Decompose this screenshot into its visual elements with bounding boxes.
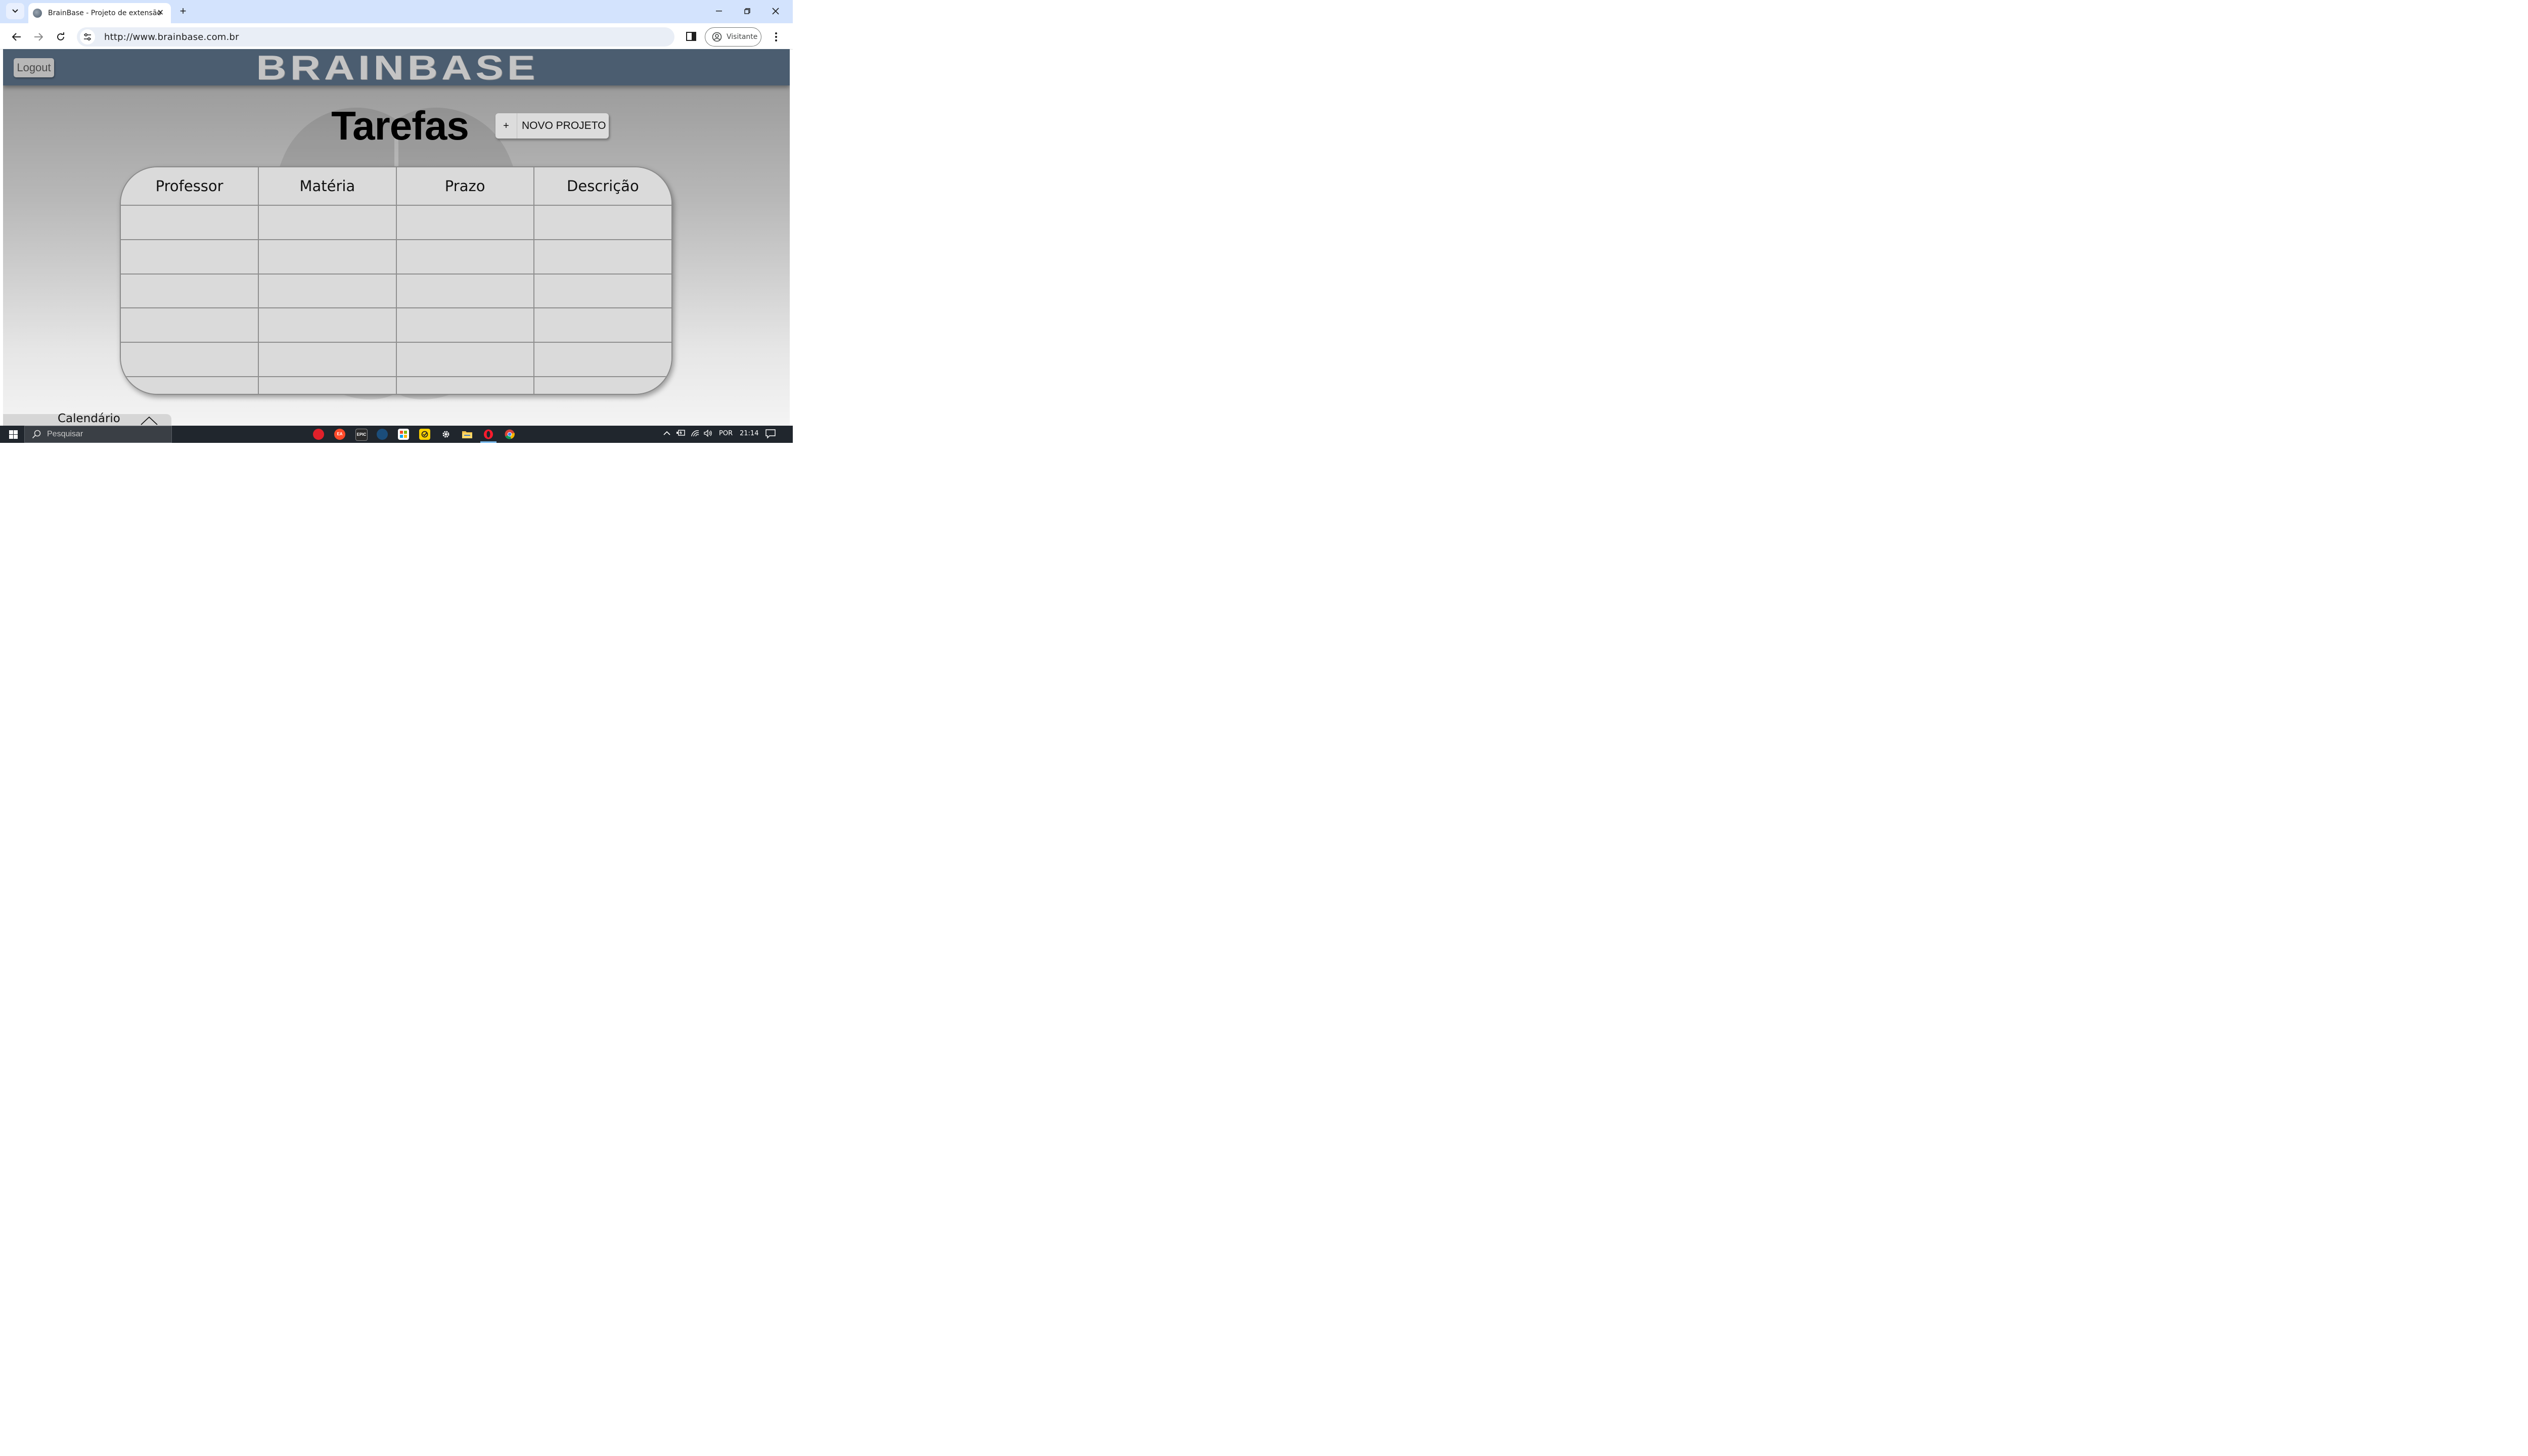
side-panel-icon[interactable] <box>686 31 697 41</box>
table-cell <box>258 307 397 343</box>
table-cell <box>121 239 259 275</box>
table-cell <box>121 273 259 309</box>
wifi-icon[interactable] <box>691 430 700 439</box>
table-row <box>121 342 671 378</box>
table-cell <box>258 273 397 309</box>
table-cell <box>258 239 397 275</box>
epic-games-icon[interactable]: EPIC <box>355 429 368 441</box>
tune-icon <box>84 33 91 40</box>
table-cell <box>395 239 534 275</box>
table-cell <box>533 307 671 343</box>
show-hidden-icons-icon[interactable] <box>663 430 670 437</box>
search-icon <box>32 430 41 439</box>
site-info-button[interactable] <box>80 29 95 44</box>
language-indicator[interactable]: POR <box>719 430 733 437</box>
notifications-icon[interactable] <box>765 429 776 441</box>
table-cell <box>121 376 259 394</box>
reload-button[interactable] <box>54 29 68 43</box>
account-icon <box>712 32 722 42</box>
browser-tab[interactable]: BrainBase - Projeto de extensão ✕ <box>28 3 171 23</box>
calendar-label: Calendário <box>58 412 120 425</box>
table-row <box>121 273 671 309</box>
clock[interactable]: 21:14 <box>740 430 758 437</box>
norton-icon[interactable] <box>419 429 430 440</box>
profile-button[interactable]: Visitante <box>705 27 761 47</box>
minimize-icon[interactable] <box>708 3 730 19</box>
microsoft-store-icon[interactable] <box>398 429 409 440</box>
taskbar-search-placeholder: Pesquisar <box>47 430 83 438</box>
table-cell <box>395 342 534 378</box>
table-row <box>121 205 671 240</box>
arrow-right-icon <box>34 33 43 41</box>
active-app-indicator <box>480 441 496 443</box>
windows-taskbar: Pesquisar EA EPIC POR 21:14 <box>0 426 793 443</box>
file-explorer-icon[interactable] <box>462 429 473 440</box>
tab-title: BrainBase - Projeto de extensão <box>48 9 161 17</box>
calendar-panel-toggle[interactable]: Calendário <box>3 412 171 426</box>
table-row <box>121 239 671 275</box>
column-header-professor: Professor <box>121 167 259 206</box>
table-cell <box>395 307 534 343</box>
brain-favicon-icon <box>33 9 42 18</box>
restore-icon[interactable] <box>736 3 758 19</box>
profile-label: Visitante <box>727 33 758 41</box>
plus-icon: + <box>495 113 517 139</box>
browser-menu-button[interactable] <box>771 29 782 43</box>
column-header-descricao: Descrição <box>533 167 671 206</box>
windows-start-icon[interactable] <box>9 430 18 439</box>
new-tab-button[interactable]: + <box>177 4 189 18</box>
opera-icon[interactable] <box>483 429 494 440</box>
table-cell <box>395 205 534 240</box>
tasks-table: Professor Matéria Prazo Descrição <box>120 166 672 395</box>
table-cell <box>395 376 534 394</box>
steam-icon[interactable] <box>377 429 388 440</box>
chevron-down-icon <box>12 9 18 13</box>
address-bar[interactable]: http://www.brainbase.com.br <box>77 27 674 47</box>
site-header: Logout BRAINBASE <box>3 49 790 85</box>
more-vertical-icon <box>775 32 777 41</box>
page-title: Tarefas <box>331 103 469 148</box>
ea-icon[interactable]: EA <box>334 429 345 440</box>
chrome-icon[interactable] <box>504 429 515 440</box>
forward-button[interactable] <box>31 29 46 43</box>
column-header-materia: Matéria <box>258 167 397 206</box>
roblox-icon[interactable] <box>313 429 324 440</box>
table-cell <box>533 376 671 394</box>
browser-tab-strip: BrainBase - Projeto de extensão ✕ + <box>0 0 793 23</box>
table-cell <box>121 205 259 240</box>
screen: BrainBase - Projeto de extensão ✕ + http… <box>0 0 793 443</box>
volume-icon[interactable] <box>704 429 713 439</box>
column-header-prazo: Prazo <box>395 167 534 206</box>
table-cell <box>533 205 671 240</box>
new-project-button[interactable]: + NOVO PROJETO <box>495 113 609 139</box>
url-text[interactable]: http://www.brainbase.com.br <box>104 32 239 42</box>
reload-icon <box>57 32 64 40</box>
settings-icon[interactable] <box>440 429 452 440</box>
chevron-up-icon[interactable] <box>141 416 158 425</box>
table-header-row: Professor Matéria Prazo Descrição <box>121 167 671 206</box>
table-cell <box>121 342 259 378</box>
table-cell <box>533 342 671 378</box>
web-page: Logout BRAINBASE Tarefas + NOVO PROJETO … <box>3 49 790 426</box>
table-cell <box>121 307 259 343</box>
table-cell <box>258 376 397 394</box>
table-row <box>121 307 671 343</box>
table-cell <box>258 205 397 240</box>
new-project-label: NOVO PROJETO <box>522 120 606 131</box>
tab-search-button[interactable] <box>6 3 24 19</box>
close-tab-icon[interactable]: ✕ <box>157 8 164 18</box>
table-cell <box>258 342 397 378</box>
table-row <box>121 376 671 394</box>
table-cell <box>533 273 671 309</box>
logout-button[interactable]: Logout <box>14 58 54 77</box>
taskbar-search-box[interactable]: Pesquisar <box>24 426 172 443</box>
battery-icon[interactable] <box>676 430 686 438</box>
close-window-icon[interactable] <box>764 3 787 19</box>
arrow-left-icon <box>12 33 21 41</box>
brainbase-logo: BRAINBASE <box>256 49 539 87</box>
table-cell <box>395 273 534 309</box>
browser-toolbar: http://www.brainbase.com.br Visitante <box>0 23 793 50</box>
table-cell <box>533 239 671 275</box>
back-button[interactable] <box>10 29 24 43</box>
